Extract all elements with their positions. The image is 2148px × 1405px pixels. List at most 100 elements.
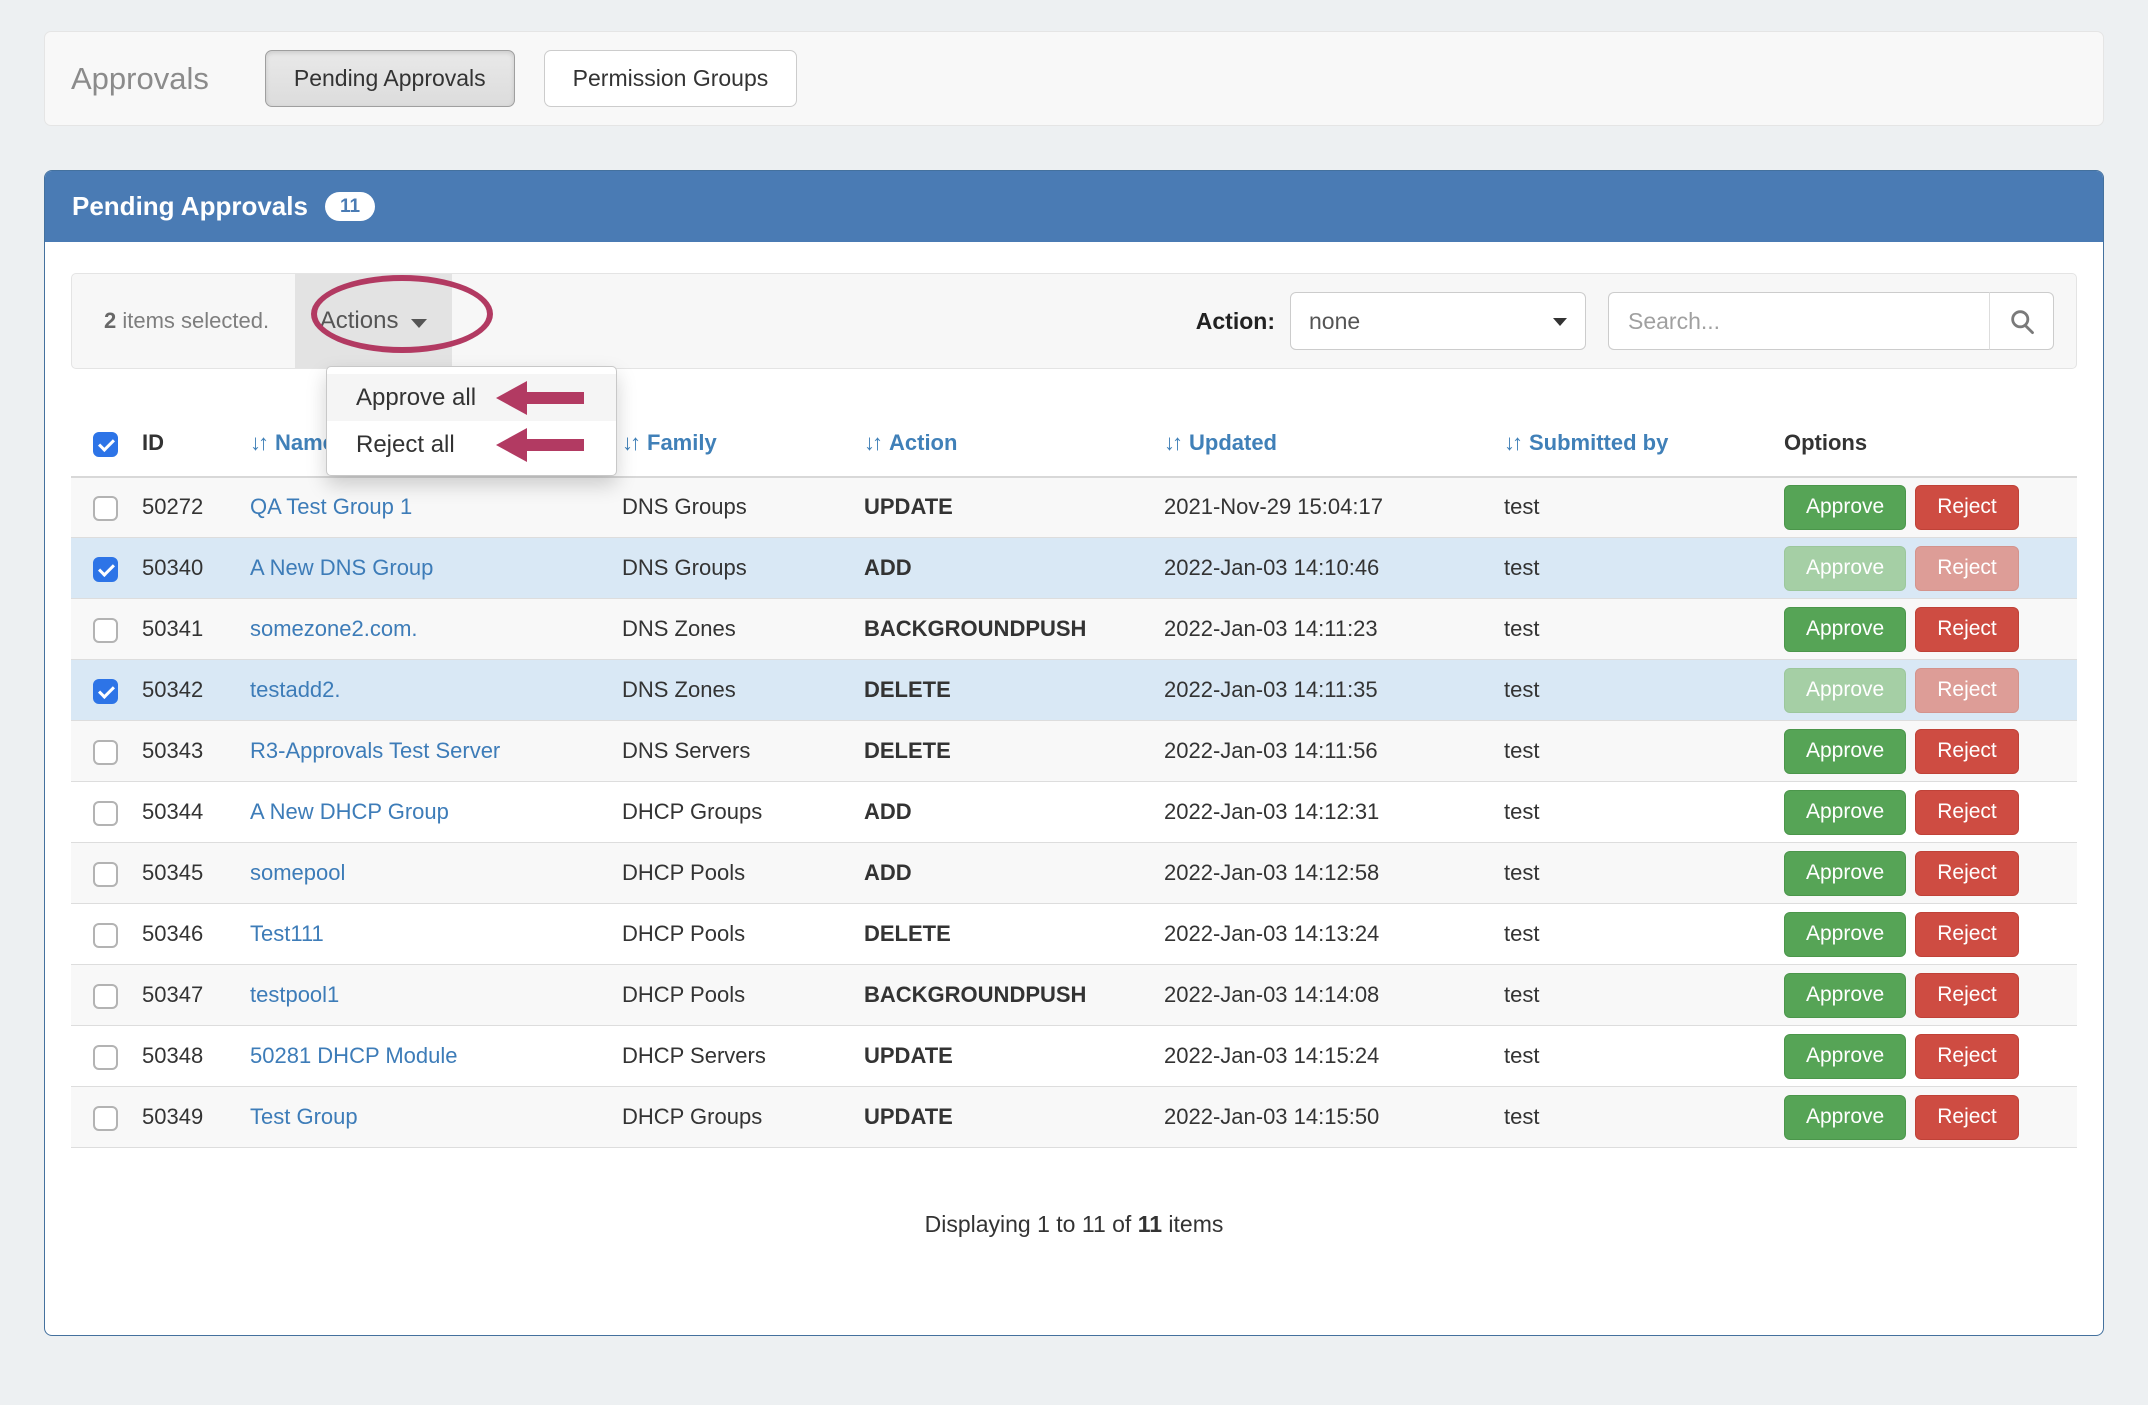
- row-id-cell: 50347: [130, 965, 238, 1026]
- reject-button[interactable]: Reject: [1915, 912, 2019, 957]
- approve-button[interactable]: Approve: [1784, 1095, 1906, 1140]
- actions-dropdown-button[interactable]: Actions: [295, 274, 452, 368]
- row-options-cell: ApproveReject: [1772, 721, 2077, 782]
- reject-button[interactable]: Reject: [1915, 851, 2019, 896]
- page-header: Approvals Pending Approvals Permission G…: [44, 31, 2104, 126]
- row-id-cell: 50340: [130, 538, 238, 599]
- row-checkbox[interactable]: [93, 618, 118, 643]
- row-name-link[interactable]: Test Group: [250, 1104, 358, 1129]
- row-name-link[interactable]: testpool1: [250, 982, 339, 1007]
- row-name-link[interactable]: Test111: [250, 921, 324, 946]
- row-id-cell: 50341: [130, 599, 238, 660]
- tab-permission-groups[interactable]: Permission Groups: [544, 50, 798, 107]
- row-checkbox[interactable]: [93, 1045, 118, 1070]
- row-id-cell: 50348: [130, 1026, 238, 1087]
- row-checkbox[interactable]: [93, 740, 118, 765]
- reject-button[interactable]: Reject: [1915, 1095, 2019, 1140]
- row-family-cell: DHCP Groups: [610, 1087, 852, 1148]
- search-icon: [2008, 307, 2036, 335]
- column-header-action[interactable]: ↓↑Action: [852, 416, 1152, 477]
- row-options-cell: ApproveReject: [1772, 538, 2077, 599]
- column-header-submitted-by[interactable]: ↓↑Submitted by: [1492, 416, 1772, 477]
- row-name-cell: A New DNS Group: [238, 538, 610, 599]
- row-select-cell: [71, 477, 130, 538]
- table-row: 50341somezone2.com.DNS ZonesBACKGROUNDPU…: [71, 599, 2077, 660]
- approve-button[interactable]: Approve: [1784, 546, 1906, 591]
- action-filter-select[interactable]: none: [1290, 292, 1586, 350]
- select-all-checkbox[interactable]: [93, 432, 118, 457]
- table-row: 50345somepoolDHCP PoolsADD2022-Jan-03 14…: [71, 843, 2077, 904]
- row-checkbox[interactable]: [93, 984, 118, 1009]
- tab-pending-approvals[interactable]: Pending Approvals: [265, 50, 515, 107]
- pending-approvals-table: ID↓↑Name↓↑Family↓↑Action↓↑Updated↓↑Submi…: [71, 416, 2077, 1148]
- row-name-link[interactable]: A New DHCP Group: [250, 799, 449, 824]
- column-header-family[interactable]: ↓↑Family: [610, 416, 852, 477]
- approve-button[interactable]: Approve: [1784, 912, 1906, 957]
- row-updated-cell: 2022-Jan-03 14:11:56: [1152, 721, 1492, 782]
- row-checkbox[interactable]: [93, 801, 118, 826]
- row-updated-cell: 2022-Jan-03 14:12:31: [1152, 782, 1492, 843]
- reject-button[interactable]: Reject: [1915, 1034, 2019, 1079]
- row-options-cell: ApproveReject: [1772, 782, 2077, 843]
- row-checkbox[interactable]: [93, 862, 118, 887]
- row-updated-cell: 2022-Jan-03 14:14:08: [1152, 965, 1492, 1026]
- reject-button[interactable]: Reject: [1915, 729, 2019, 774]
- row-submitted-by-cell: test: [1492, 1026, 1772, 1087]
- row-checkbox[interactable]: [93, 1106, 118, 1131]
- row-name-link[interactable]: testadd2.: [250, 677, 341, 702]
- column-header-updated[interactable]: ↓↑Updated: [1152, 416, 1492, 477]
- row-checkbox[interactable]: [93, 923, 118, 948]
- menu-item-label: Reject all: [356, 431, 455, 459]
- row-name-link[interactable]: somepool: [250, 860, 345, 885]
- row-submitted-by-cell: test: [1492, 477, 1772, 538]
- column-header-id: ID: [130, 416, 238, 477]
- approve-button[interactable]: Approve: [1784, 973, 1906, 1018]
- row-checkbox[interactable]: [93, 679, 118, 704]
- approve-button[interactable]: Approve: [1784, 607, 1906, 652]
- column-header-options: Options: [1772, 416, 2077, 477]
- menu-item-approve-all[interactable]: Approve all: [327, 374, 616, 421]
- row-name-link[interactable]: somezone2.com.: [250, 616, 418, 641]
- reject-button[interactable]: Reject: [1915, 546, 2019, 591]
- row-select-cell: [71, 599, 130, 660]
- page-title: Approvals: [71, 61, 209, 97]
- approve-button[interactable]: Approve: [1784, 729, 1906, 774]
- reject-button[interactable]: Reject: [1915, 607, 2019, 652]
- row-action-cell: UPDATE: [852, 1087, 1152, 1148]
- row-action-cell: UPDATE: [852, 477, 1152, 538]
- row-options-cell: ApproveReject: [1772, 843, 2077, 904]
- row-checkbox[interactable]: [93, 496, 118, 521]
- search-button[interactable]: [1990, 292, 2054, 350]
- table-row: 50272QA Test Group 1DNS GroupsUPDATE2021…: [71, 477, 2077, 538]
- approve-button[interactable]: Approve: [1784, 851, 1906, 896]
- selected-count: 2: [104, 308, 116, 333]
- row-name-link[interactable]: A New DNS Group: [250, 555, 433, 580]
- row-select-cell: [71, 904, 130, 965]
- row-submitted-by-cell: test: [1492, 843, 1772, 904]
- table-row: 50343R3-Approvals Test ServerDNS Servers…: [71, 721, 2077, 782]
- approve-button[interactable]: Approve: [1784, 790, 1906, 835]
- row-family-cell: DHCP Pools: [610, 965, 852, 1026]
- row-family-cell: DHCP Pools: [610, 904, 852, 965]
- row-name-link[interactable]: 50281 DHCP Module: [250, 1043, 458, 1068]
- row-name-link[interactable]: QA Test Group 1: [250, 494, 412, 519]
- search-input[interactable]: [1608, 292, 1990, 350]
- menu-item-reject-all[interactable]: Reject all: [327, 421, 616, 468]
- row-family-cell: DNS Groups: [610, 538, 852, 599]
- reject-button[interactable]: Reject: [1915, 790, 2019, 835]
- toolbar: 2 items selected. Actions Action: none: [71, 273, 2077, 369]
- row-name-link[interactable]: R3-Approvals Test Server: [250, 738, 500, 763]
- approve-button[interactable]: Approve: [1784, 485, 1906, 530]
- approve-button[interactable]: Approve: [1784, 1034, 1906, 1079]
- reject-button[interactable]: Reject: [1915, 485, 2019, 530]
- row-submitted-by-cell: test: [1492, 782, 1772, 843]
- table-row: 50347testpool1DHCP PoolsBACKGROUNDPUSH20…: [71, 965, 2077, 1026]
- row-checkbox[interactable]: [93, 557, 118, 582]
- reject-button[interactable]: Reject: [1915, 668, 2019, 713]
- row-id-cell: 50343: [130, 721, 238, 782]
- sort-icon: ↓↑: [1504, 430, 1520, 455]
- row-select-cell: [71, 538, 130, 599]
- reject-button[interactable]: Reject: [1915, 973, 2019, 1018]
- sort-icon: ↓↑: [622, 430, 638, 455]
- approve-button[interactable]: Approve: [1784, 668, 1906, 713]
